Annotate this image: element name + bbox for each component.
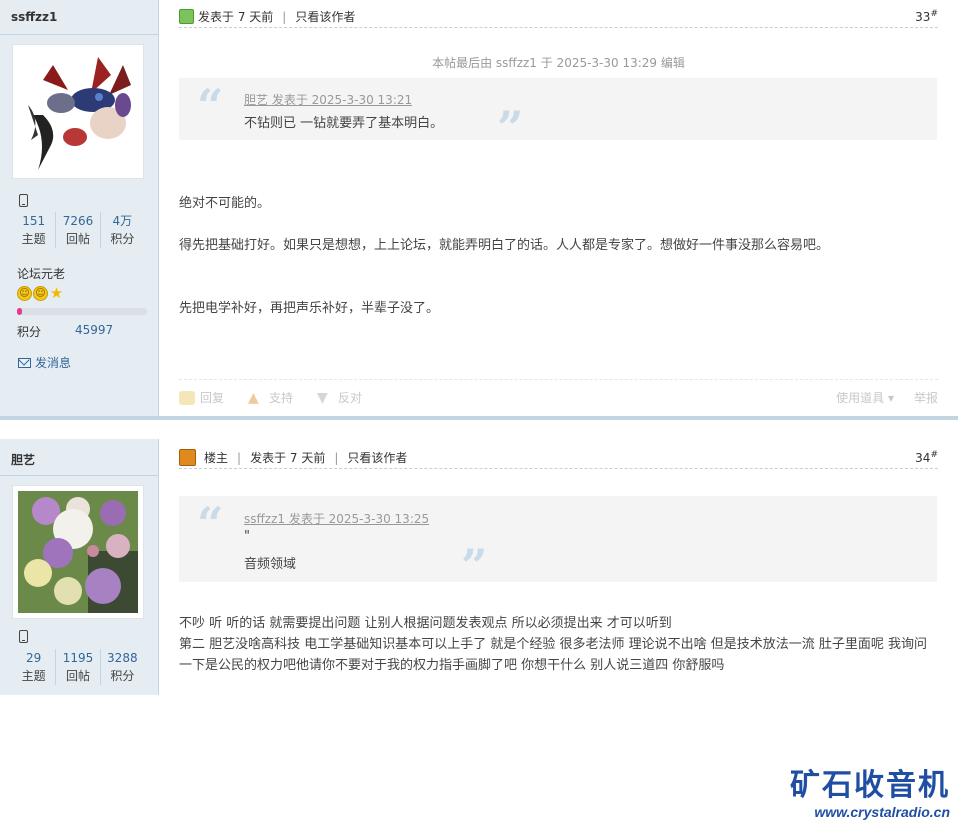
stat-replies[interactable]: 7266 回帖 <box>55 212 99 248</box>
post-time: 发表于 7 天前 <box>198 10 274 24</box>
open-quote-icon: “ <box>197 497 224 551</box>
edit-notice: 本帖最后由 ssffzz1 于 2025-3-30 13:29 编辑 <box>432 56 685 70</box>
post-body-line: 绝对不可能的。 <box>179 196 271 211</box>
post-content: 发表于 7 天前 | 只看该作者 33# 本帖最后由 ssffzz1 于 202… <box>159 0 958 416</box>
quote-block: “ 胆艺 发表于 2025-3-30 13:21 不钻则已 一钻就要弄了基本明白… <box>179 78 937 151</box>
support-button[interactable]: ▲ 支持 <box>248 389 293 406</box>
credit-progress-fill <box>17 308 23 315</box>
mail-icon <box>18 357 31 368</box>
sun-medal-icon: ☺ <box>33 286 48 301</box>
quote-text: " <box>244 529 250 544</box>
author-name[interactable]: ssffzz1 <box>11 10 57 24</box>
meta-separator: | <box>334 450 339 465</box>
credit-row: 积分 45997 <box>17 323 113 340</box>
avatar[interactable] <box>12 485 144 619</box>
post-actions: 回复 ▲ 支持 ▼ 反对 使用道具 ▾ 举报 <box>179 379 938 415</box>
quote-header-link[interactable]: 胆艺 发表于 2025-3-30 13:21 <box>244 91 412 108</box>
stat-threads[interactable]: 29 主题 <box>12 649 55 685</box>
post-meta: 楼主 | 发表于 7 天前 | 只看该作者 34# <box>179 447 938 469</box>
use-tools-menu[interactable]: 使用道具 ▾ <box>836 389 894 406</box>
reply-button[interactable]: 回复 <box>179 389 224 406</box>
stat-credits[interactable]: 4万 积分 <box>99 212 144 248</box>
author-sidebar: ssffzz1 151 主题 7266 回帖 4万 积分 论坛元老 ☺ ☺ ★ … <box>0 0 159 416</box>
watermark-cn: 矿石收音机 <box>790 768 950 803</box>
stat-threads[interactable]: 151 主题 <box>12 212 55 248</box>
floor-number[interactable]: 34# <box>915 450 938 465</box>
quote-block: “ ssffzz1 发表于 2025-3-30 13:25 " 音频领域 ” <box>179 496 937 589</box>
meta-separator: | <box>237 450 242 465</box>
thread-starter-icon <box>179 449 196 466</box>
mobile-icon <box>19 194 28 207</box>
reply-icon <box>179 390 195 405</box>
user-stats: 151 主题 7266 回帖 4万 积分 <box>12 212 144 248</box>
oppose-button[interactable]: ▼ 反对 <box>317 389 362 406</box>
avatar-image <box>13 45 143 178</box>
avatar[interactable] <box>12 44 144 179</box>
author-name[interactable]: 胆艺 <box>11 451 35 468</box>
stat-replies[interactable]: 1195 回帖 <box>55 649 99 685</box>
post-body-line: 不吵 听 听的话 就需要提出问题 让别人根据问题发表观点 所以必须提出来 才可以… <box>179 616 672 631</box>
post-body-line: 第二 胆艺没啥高科技 电工学基础知识基本可以上手了 就是个经验 很多老法师 理论… <box>179 637 928 673</box>
send-message-label: 发消息 <box>35 356 72 370</box>
send-message-link[interactable]: 发消息 <box>18 354 71 371</box>
sidebar-divider <box>0 34 159 35</box>
thumb-up-icon: ▲ <box>248 389 259 406</box>
post-time: 发表于 7 天前 <box>250 451 326 465</box>
user-stats: 29 主题 1195 回帖 3288 积分 <box>12 649 144 685</box>
sidebar-divider <box>0 475 159 476</box>
author-sidebar: 胆艺 29 主题 1195 回帖 3288 积分 <box>0 439 159 695</box>
quote-header-link[interactable]: ssffzz1 发表于 2025-3-30 13:25 <box>244 510 429 527</box>
site-watermark-logo: 矿石收音机 www.crystalradio.cn <box>790 768 950 820</box>
post-body-line: 先把电学补好，再把声乐补好，半辈子没了。 <box>179 301 440 316</box>
post-body-line: 得先把基础打好。如果只是想想，上上论坛，就能弄明白了的话。人人都是专家了。想做好… <box>179 238 830 253</box>
sun-medal-icon: ☺ <box>17 286 32 301</box>
post-content: 楼主 | 发表于 7 天前 | 只看该作者 34# “ ssffzz1 发表于 … <box>159 439 958 695</box>
avatar-image <box>18 491 138 613</box>
meta-separator: | <box>282 9 287 24</box>
credit-label: 积分 <box>17 325 42 339</box>
credit-value: 45997 <box>75 323 114 337</box>
stat-credits[interactable]: 3288 积分 <box>99 649 144 685</box>
rank-medals: ☺ ☺ ★ <box>17 286 64 301</box>
author-only-link[interactable]: 只看该作者 <box>295 8 355 25</box>
host-label: 楼主 <box>204 451 229 465</box>
thumb-down-icon: ▼ <box>317 389 328 406</box>
open-quote-icon: “ <box>197 79 224 133</box>
post-meta: 发表于 7 天前 | 只看该作者 33# <box>179 6 938 28</box>
close-quote-icon: ” <box>497 101 524 155</box>
online-user-icon <box>179 9 194 24</box>
quote-text: 不钻则已 一钻就要弄了基本明白。 <box>244 116 444 131</box>
post-divider <box>0 416 958 420</box>
author-only-link[interactable]: 只看该作者 <box>347 449 407 466</box>
user-rank[interactable]: 论坛元老 <box>17 265 65 282</box>
report-link[interactable]: 举报 <box>914 389 938 406</box>
star-medal-icon: ★ <box>49 284 64 302</box>
watermark-url: www.crystalradio.cn <box>814 804 950 820</box>
close-quote-icon: ” <box>461 539 488 593</box>
mobile-icon <box>19 630 28 643</box>
floor-number[interactable]: 33# <box>915 9 938 24</box>
post-33: ssffzz1 151 主题 7266 回帖 4万 积分 论坛元老 ☺ ☺ ★ … <box>0 0 958 416</box>
quote-text: 音频领域 <box>244 557 297 572</box>
credit-progress-bar <box>17 308 147 315</box>
post-34: 胆艺 29 主题 1195 回帖 3288 积分 楼主 | 发表于 7 天前 |… <box>0 439 958 695</box>
